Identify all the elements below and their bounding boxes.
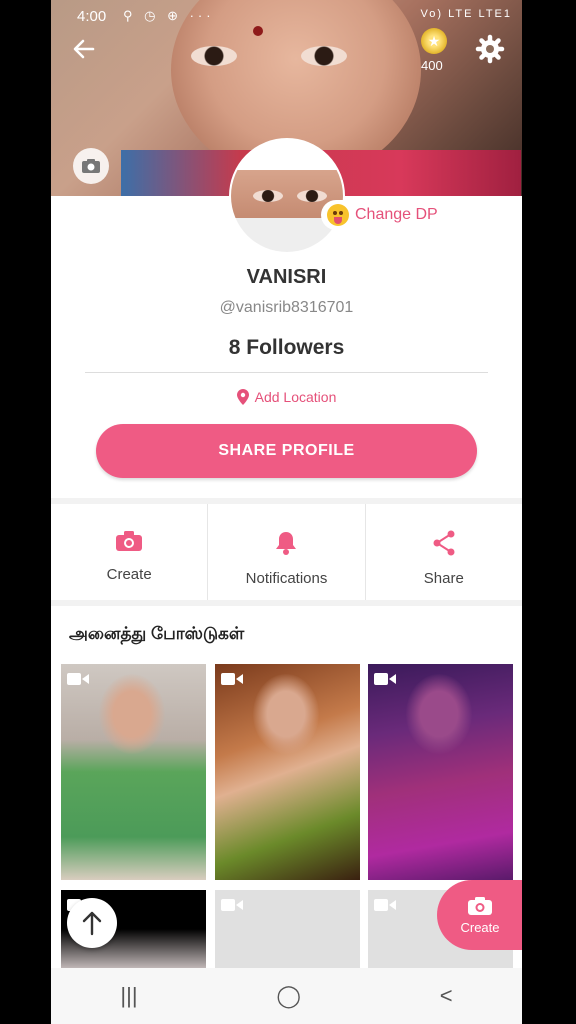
post-thumbnail[interactable] xyxy=(368,664,513,880)
divider xyxy=(85,372,488,373)
share-icon xyxy=(433,530,455,556)
post-face xyxy=(406,674,472,754)
scroll-to-top-button[interactable] xyxy=(67,898,117,948)
system-nav-bar: ||| ◯ < xyxy=(51,968,522,1024)
create-fab[interactable]: Create xyxy=(437,880,522,950)
add-location-label: Add Location xyxy=(254,389,337,405)
share-label: Share xyxy=(423,570,464,587)
avatar-eye-right xyxy=(297,190,327,202)
camera-icon xyxy=(468,896,492,915)
profile-name: VANISRI xyxy=(246,266,327,288)
signal-indicator: Vo) LTE LTE1 xyxy=(420,8,512,20)
back-button[interactable]: < xyxy=(440,983,453,1009)
video-icon xyxy=(67,673,89,685)
create-label: Create xyxy=(106,566,152,583)
back-arrow-icon[interactable] xyxy=(69,34,101,66)
video-icon xyxy=(221,673,243,685)
profile-handle: @vanisrib8316701 xyxy=(219,299,354,316)
location-pin-icon xyxy=(236,389,249,405)
profile-avatar[interactable] xyxy=(229,138,345,254)
action-bar: Create Notifications Share xyxy=(51,504,522,600)
notifications-action[interactable]: Notifications xyxy=(207,504,364,600)
avatar-eye-left xyxy=(253,190,283,202)
post-face xyxy=(99,674,165,754)
bell-icon xyxy=(276,532,297,555)
notifications-label: Notifications xyxy=(245,570,328,587)
posts-title: அனைத்து போஸ்டுகள் xyxy=(69,624,245,643)
change-cover-camera-icon[interactable] xyxy=(73,148,109,184)
post-thumbnail[interactable] xyxy=(215,890,360,968)
change-dp-button[interactable]: Change DP xyxy=(321,200,448,230)
arrow-up-icon xyxy=(82,911,102,936)
share-profile-button[interactable]: SHARE PROFILE xyxy=(96,424,477,478)
tongue-emoji-icon xyxy=(327,204,349,226)
camera-icon xyxy=(116,531,143,551)
post-thumbnail[interactable] xyxy=(61,664,206,880)
cover-eye-right xyxy=(301,46,347,66)
profile-screen: 4:00 ⚲ ◷ ⊕ ··· Vo) LTE LTE1 ★ 400 VANISR… xyxy=(51,0,522,1024)
status-time: 4:00 xyxy=(77,8,107,25)
add-location-link[interactable]: Add Location xyxy=(51,389,522,405)
status-bar: 4:00 ⚲ ◷ ⊕ ··· Vo) LTE LTE1 xyxy=(51,0,522,34)
share-action[interactable]: Share xyxy=(364,504,522,600)
cover-eye-left xyxy=(191,46,237,66)
video-icon xyxy=(374,899,396,911)
coin-icon[interactable]: ★ xyxy=(421,28,447,54)
post-thumbnail[interactable] xyxy=(215,664,360,880)
status-icons: ⚲ ◷ ⊕ ··· xyxy=(123,8,215,23)
coin-count: 400 xyxy=(421,58,443,73)
recents-button[interactable]: ||| xyxy=(120,983,137,1009)
home-button[interactable]: ◯ xyxy=(276,983,301,1009)
post-face xyxy=(253,674,319,754)
video-icon xyxy=(374,673,396,685)
video-icon xyxy=(221,899,243,911)
followers-count[interactable]: 8 Followers xyxy=(51,336,522,360)
create-fab-label: Create xyxy=(460,919,500,935)
settings-gear-icon[interactable] xyxy=(475,34,505,64)
change-dp-label: Change DP xyxy=(355,206,438,223)
create-action[interactable]: Create xyxy=(51,504,207,600)
